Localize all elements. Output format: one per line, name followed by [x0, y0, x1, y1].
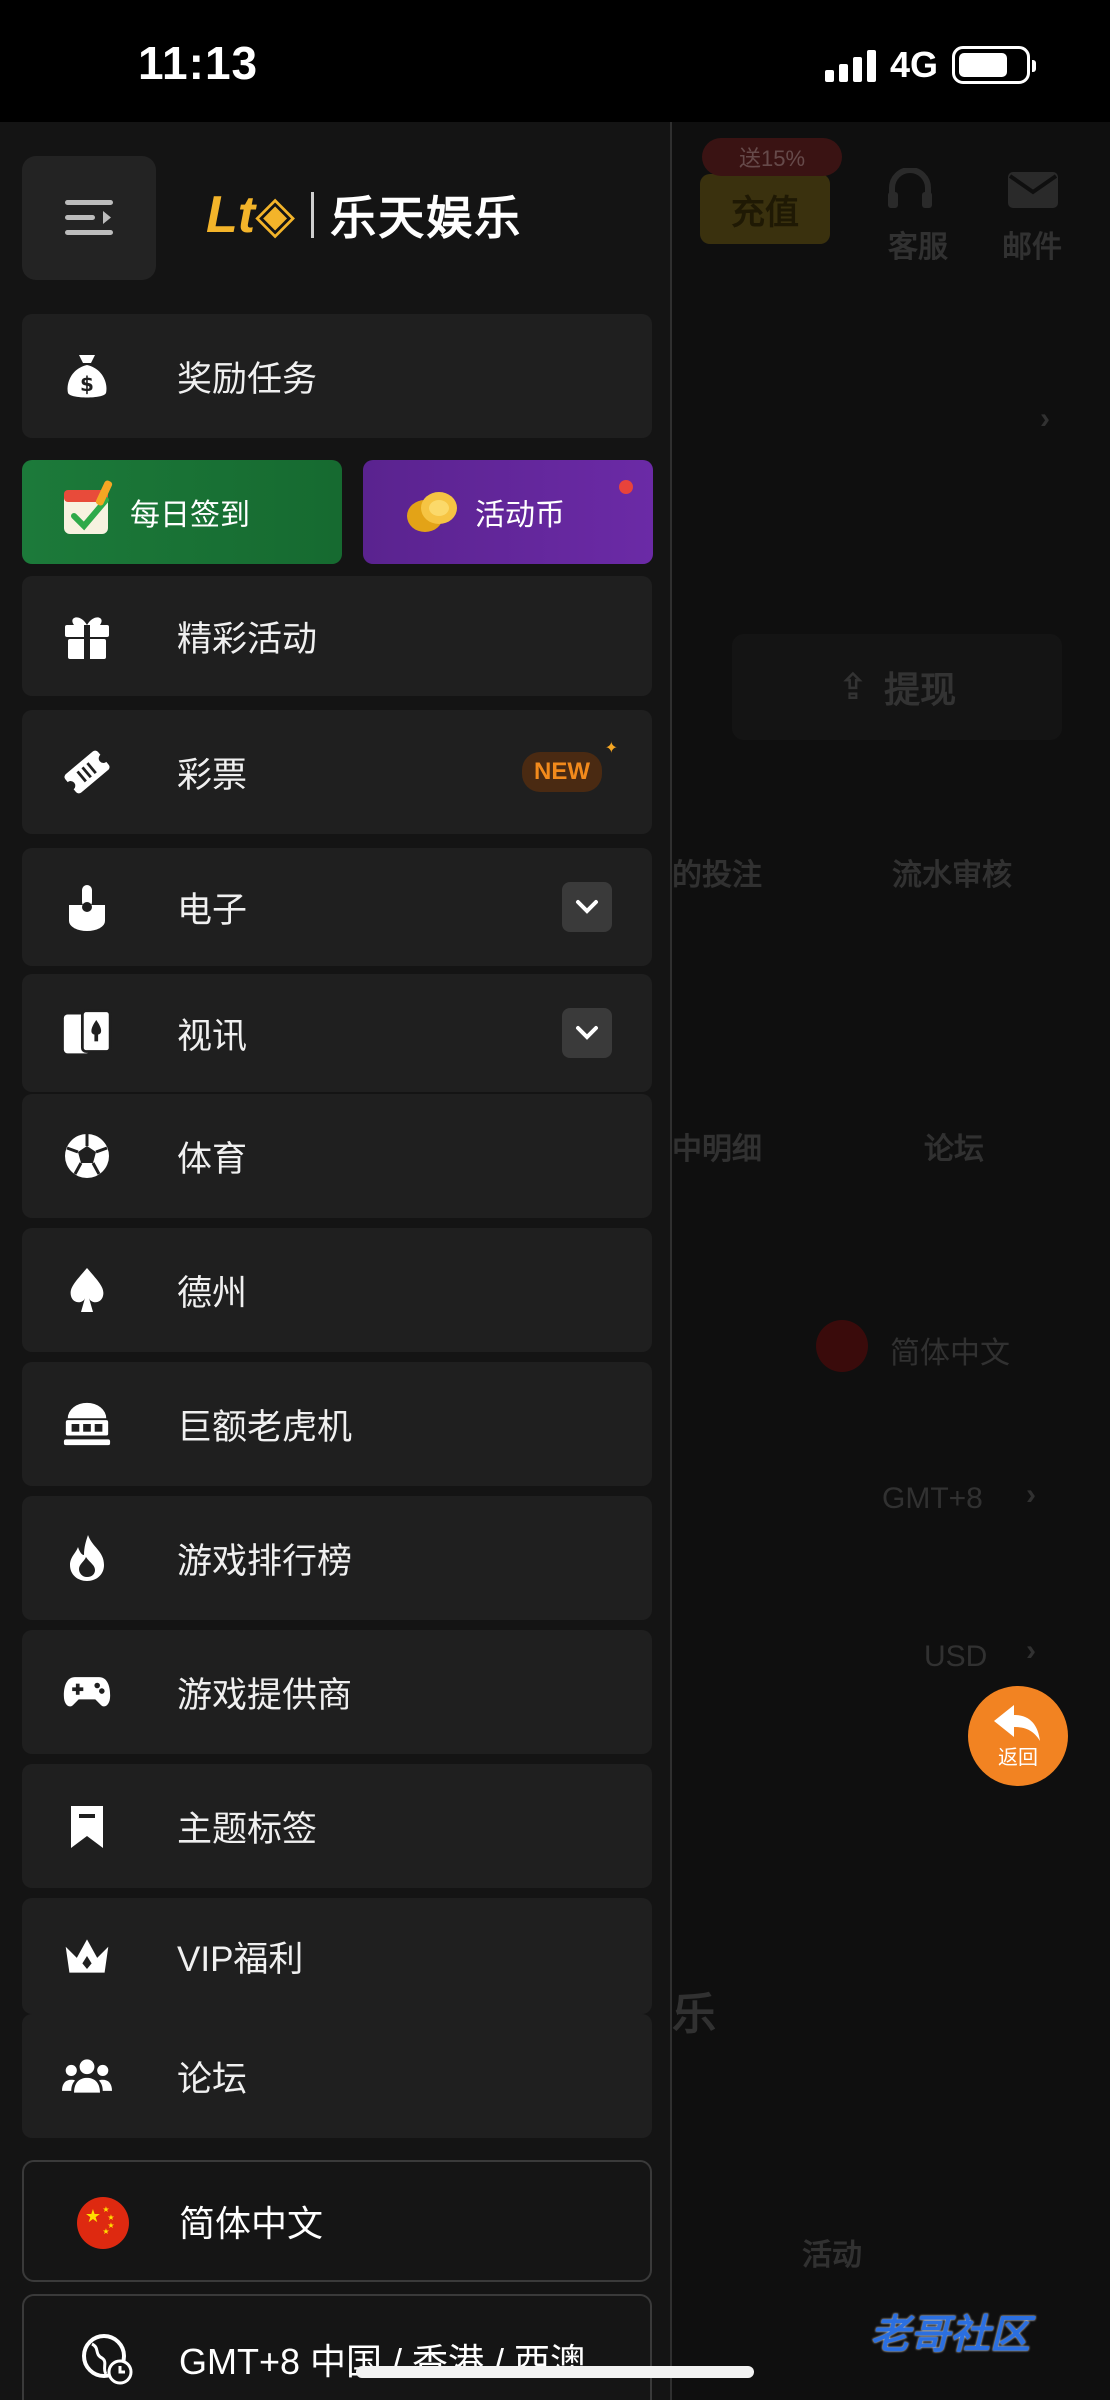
activity-coin-button[interactable]: 活动币 — [363, 460, 653, 564]
menu-item-texas-poker[interactable]: 德州 — [22, 1228, 652, 1352]
menu-item-events[interactable]: 精彩活动 — [22, 576, 652, 696]
cards-icon — [62, 1008, 112, 1058]
menu-item-theme-tags[interactable]: 主题标签 — [22, 1764, 652, 1888]
menu-item-label: 德州 — [177, 1273, 248, 1313]
daily-checkin-button[interactable]: 每日签到 — [22, 460, 342, 564]
spade-icon — [62, 1265, 112, 1315]
menu-item-sports[interactable]: 体育 — [22, 1094, 652, 1218]
svg-text:★: ★ — [102, 2227, 109, 2236]
lottery-ticket-icon — [62, 747, 112, 797]
users-icon — [62, 2051, 112, 2101]
svg-text:$: $ — [80, 372, 94, 396]
menu-item-label: 论坛 — [177, 2059, 248, 2099]
home-indicator[interactable] — [356, 2366, 754, 2378]
china-flag-icon: ★ ★ ★ ★ ★ — [76, 2196, 130, 2255]
slot-machine-icon — [62, 1399, 112, 1449]
signal-icon — [824, 48, 876, 82]
gift-icon — [62, 611, 112, 661]
status-indicators: 4G — [824, 44, 1036, 86]
menu-item-label: 巨额老虎机 — [177, 1407, 353, 1447]
menu-collapse-icon — [65, 200, 113, 235]
chevron-down-icon[interactable] — [562, 1008, 612, 1058]
back-button[interactable]: 返回 — [968, 1686, 1068, 1786]
menu-item-label: 体育 — [177, 1139, 248, 1179]
app-logo: Lt◈ 乐天娱乐 — [206, 182, 522, 248]
chevron-down-icon[interactable] — [562, 882, 612, 932]
back-arrow-icon — [994, 1704, 1040, 1741]
money-bag-icon: $ — [62, 351, 112, 401]
menu-item-label: 游戏排行榜 — [177, 1541, 353, 1581]
menu-item-label: 电子 — [177, 890, 248, 930]
overlay-dim[interactable] — [672, 122, 1110, 2400]
watermark: 老哥社区 — [870, 2313, 1030, 2357]
fire-icon — [62, 1533, 112, 1583]
gold-coin-icon — [403, 486, 461, 541]
crown-icon — [62, 1931, 112, 1981]
menu-item-label: 视讯 — [177, 1016, 248, 1056]
language-label: 简体中文 — [179, 2203, 324, 2244]
menu-item-electronic[interactable]: 电子 — [22, 848, 652, 966]
menu-item-live-casino[interactable]: 视讯 — [22, 974, 652, 1092]
notification-dot — [619, 480, 633, 494]
menu-item-label: 精彩活动 — [177, 619, 318, 659]
drawer-header: Lt◈ 乐天娱乐 — [0, 122, 670, 302]
globe-clock-icon — [80, 2332, 134, 2391]
daily-checkin-label: 每日签到 — [130, 499, 250, 532]
logo-text: 乐天娱乐 — [330, 192, 523, 244]
menu-toggle-button[interactable] — [22, 156, 156, 280]
back-label: 返回 — [998, 1746, 1038, 1769]
battery-icon — [952, 46, 1036, 84]
menu-item-jackpot-slots[interactable]: 巨额老虎机 — [22, 1362, 652, 1486]
soccer-ball-icon — [62, 1131, 112, 1181]
status-time: 11:13 — [138, 37, 259, 89]
menu-item-label: VIP福利 — [177, 1939, 304, 1979]
background-page: 充值 送15% 客服 邮件 › ⇪ 提现 的投注 流水审核 中明细 论坛 简体中… — [672, 122, 1110, 2400]
activity-coin-label: 活动币 — [475, 499, 565, 532]
menu-item-label: 彩票 — [177, 755, 248, 795]
menu-item-label: 奖励任务 — [177, 359, 318, 399]
language-selector[interactable]: ★ ★ ★ ★ ★ 简体中文 — [22, 2160, 652, 2282]
menu-item-label: 主题标签 — [177, 1809, 318, 1849]
menu-item-game-providers[interactable]: 游戏提供商 — [22, 1630, 652, 1754]
side-drawer: Lt◈ 乐天娱乐 $ 奖励任务 每日签到 活动币 精彩活动 彩票 NEW ✦ 电… — [0, 122, 672, 2400]
network-type: 4G — [889, 44, 938, 85]
menu-item-forum[interactable]: 论坛 — [22, 2014, 652, 2138]
new-badge: NEW — [522, 738, 618, 792]
menu-item-label: 游戏提供商 — [177, 1675, 353, 1715]
bookmark-icon — [62, 1801, 112, 1851]
calendar-check-icon — [60, 480, 116, 545]
menu-item-reward-tasks[interactable]: $ 奖励任务 — [22, 314, 652, 438]
svg-text:★: ★ — [85, 2206, 101, 2227]
gamepad-icon — [62, 1667, 112, 1717]
menu-item-lottery[interactable]: 彩票 NEW — [22, 710, 652, 834]
menu-item-game-leaderboard[interactable]: 游戏排行榜 — [22, 1496, 652, 1620]
status-bar: 11:13 4G — [0, 0, 1110, 122]
timezone-selector[interactable]: GMT+8 中国 / 香港 / 西澳... — [22, 2294, 652, 2400]
menu-item-vip[interactable]: VIP福利 — [22, 1898, 652, 2014]
joystick-icon — [62, 882, 112, 932]
logo-mark: Lt◈ — [206, 186, 296, 244]
